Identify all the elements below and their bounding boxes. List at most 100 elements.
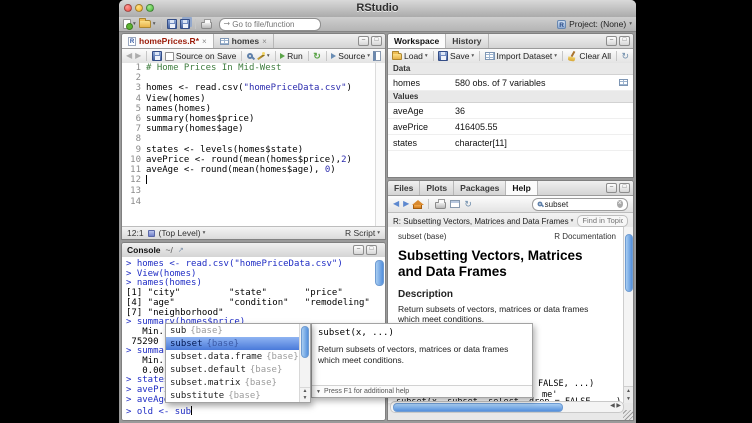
chevron-down-icon: ▾	[267, 53, 270, 59]
minimize-pane-button[interactable]: –	[358, 36, 369, 46]
completion-item[interactable]: substitute{base}	[166, 389, 310, 402]
open-file-button[interactable]: ▾	[139, 20, 156, 28]
scrollbar-arrows[interactable]: ◀ ▶	[610, 402, 621, 411]
close-icon[interactable]: ×	[262, 37, 267, 46]
source-tab-strip: RhomePrices.R*×homes× – □	[122, 34, 385, 49]
variable-row[interactable]: aveAge36	[388, 103, 633, 119]
tab-help[interactable]: Help	[506, 181, 537, 195]
load-button[interactable]: Load▾	[392, 51, 428, 61]
code-editor[interactable]: 1# Home Prices In Mid-West2 3homes <- re…	[122, 63, 385, 226]
completion-scrollbar[interactable]: ▲▼	[299, 324, 310, 402]
chevron-down-icon: ▾	[629, 21, 632, 27]
find-in-topic-input[interactable]	[582, 216, 623, 225]
console-scrollbar-thumb[interactable]	[375, 260, 384, 286]
save-source-button[interactable]	[152, 51, 162, 61]
view-data-icon[interactable]	[619, 79, 628, 86]
tab-workspace[interactable]: Workspace	[388, 34, 446, 48]
back-icon[interactable]: ◀	[393, 200, 399, 208]
topic-dropdown[interactable]: R: Subsetting Vectors, Matrices and Data…	[393, 217, 573, 226]
section-header: Data	[388, 63, 633, 75]
print-button[interactable]	[201, 19, 212, 29]
close-icon[interactable]: ×	[202, 37, 207, 46]
notebook-icon	[373, 51, 381, 61]
scrollbar-arrows[interactable]: ▲▼	[624, 386, 633, 403]
forward-icon[interactable]: ▶	[403, 200, 409, 208]
find-in-topic-box[interactable]	[577, 215, 628, 227]
open-in-new-window-icon[interactable]	[450, 200, 460, 208]
tab-homeprices-r-[interactable]: RhomePrices.R*×	[122, 34, 214, 48]
completion-item[interactable]: subset.data.frame{base}	[166, 350, 310, 363]
project-menu-button[interactable]: R Project: (None) ▾	[557, 19, 632, 29]
source-button[interactable]: Source ▾	[331, 51, 370, 61]
variable-row[interactable]: statescharacter[11]	[388, 135, 633, 151]
completion-item[interactable]: subset.default{base}	[166, 363, 310, 376]
code-tools-button[interactable]: ▾	[256, 52, 270, 61]
toolbar-separator	[275, 51, 276, 61]
rerun-icon[interactable]: ↻	[313, 52, 321, 61]
refresh-icon[interactable]: ↻	[621, 52, 629, 61]
tab-history[interactable]: History	[446, 34, 488, 48]
home-icon[interactable]	[413, 204, 422, 209]
editor-scrollbar[interactable]	[375, 63, 385, 226]
goto-file-input[interactable]	[232, 20, 315, 29]
checkbox-icon[interactable]	[165, 52, 174, 61]
scrollbar-arrows[interactable]: ▲▼	[300, 387, 310, 402]
tab-plots[interactable]: Plots	[420, 181, 454, 195]
toolbar-separator	[161, 19, 162, 29]
completion-package: {base}	[244, 378, 277, 388]
completion-items: sub{base}subset{base}subset.data.frame{b…	[166, 324, 310, 402]
maximize-pane-button[interactable]: □	[619, 183, 630, 193]
new-file-button[interactable]: ▾	[123, 19, 136, 29]
print-icon[interactable]	[435, 202, 446, 209]
resize-grip[interactable]	[623, 410, 633, 420]
save-all-button[interactable]	[180, 19, 190, 29]
scrollbar-thumb[interactable]	[301, 326, 309, 358]
compile-notebook-button[interactable]	[373, 51, 381, 61]
source-on-save-checkbox[interactable]: Source on Save	[165, 51, 236, 61]
minimize-pane-button[interactable]: –	[606, 36, 617, 46]
tab-packages[interactable]: Packages	[454, 181, 506, 195]
tab-label: Workspace	[394, 36, 439, 46]
minimize-pane-button[interactable]: –	[353, 245, 364, 255]
find-button[interactable]	[247, 53, 253, 59]
variable-row[interactable]: avePrice416405.55	[388, 119, 633, 135]
line-number: 9	[122, 145, 146, 155]
help-vertical-scrollbar[interactable]: ▲▼	[623, 227, 633, 403]
goto-file-search[interactable]: ➞	[219, 18, 321, 31]
tab-label: Files	[394, 183, 413, 193]
source-tabs: RhomePrices.R*×homes×	[122, 34, 274, 48]
tab-files[interactable]: Files	[388, 181, 420, 195]
help-search-input[interactable]	[545, 200, 615, 209]
open-directory-icon[interactable]: ↗	[178, 247, 184, 254]
save-button[interactable]: Save▾	[438, 51, 474, 61]
save-button[interactable]	[167, 19, 177, 29]
import-dataset-button[interactable]: Import Dataset▾	[485, 51, 558, 61]
title-bar[interactable]: RStudio	[119, 0, 636, 18]
source-icon	[331, 53, 336, 59]
help-horizontal-scrollbar[interactable]: ◀ ▶	[390, 401, 624, 413]
code-text	[146, 197, 151, 207]
run-button[interactable]: Run	[280, 51, 303, 61]
completion-item[interactable]: sub{base}	[166, 324, 310, 337]
scrollbar-thumb[interactable]	[393, 403, 563, 412]
maximize-pane-button[interactable]: □	[366, 245, 377, 255]
completion-item[interactable]: subset.matrix{base}	[166, 376, 310, 389]
clear-search-icon[interactable]: ×	[617, 200, 624, 208]
doc-type-selector[interactable]: R Script ▾	[345, 228, 380, 238]
minimize-pane-button[interactable]: –	[606, 183, 617, 193]
scope-selector[interactable]: (Top Level) ▾	[159, 228, 206, 238]
forward-icon[interactable]: ▶	[135, 52, 141, 60]
refresh-icon[interactable]: ↻	[464, 200, 472, 209]
tab-homes[interactable]: homes×	[214, 34, 274, 48]
back-icon[interactable]: ◀	[126, 52, 132, 60]
completion-item[interactable]: subset{base}	[166, 337, 310, 350]
help-search-box[interactable]: ×	[532, 198, 628, 211]
broom-icon	[567, 51, 577, 61]
maximize-pane-button[interactable]: □	[619, 36, 630, 46]
variable-row[interactable]: homes580 obs. of 7 variables	[388, 75, 633, 91]
doc-meta: subset (base) R Documentation	[398, 232, 616, 241]
print-icon	[201, 22, 212, 29]
scrollbar-thumb[interactable]	[625, 234, 633, 292]
maximize-pane-button[interactable]: □	[371, 36, 382, 46]
clear-all-button[interactable]: Clear All	[567, 51, 611, 61]
